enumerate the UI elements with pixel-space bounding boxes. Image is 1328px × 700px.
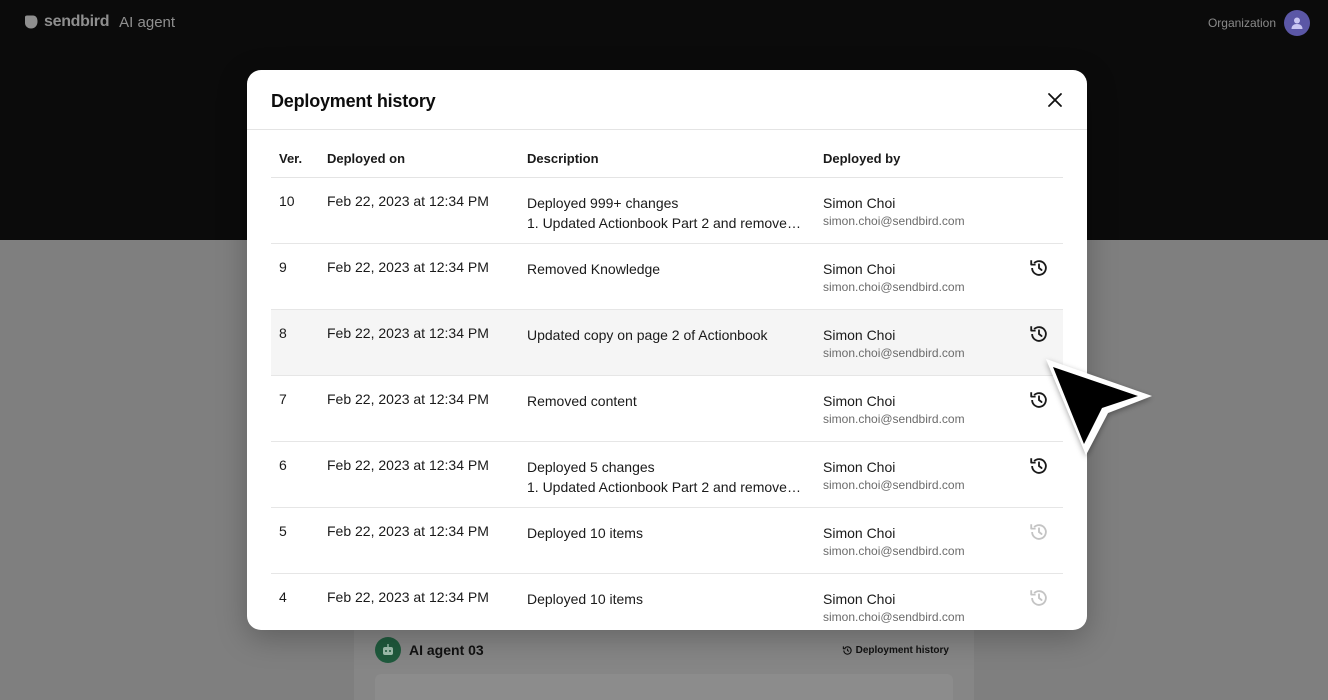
deployed-on-cell: Feb 22, 2023 at 12:34 PM [327, 325, 489, 341]
restore-version-icon [1028, 521, 1050, 543]
brand-product: AI agent [119, 13, 176, 31]
version-cell: 8 [279, 325, 287, 341]
description-title: Deployed 5 changes [527, 459, 655, 475]
table-row[interactable]: 4 Feb 22, 2023 at 12:34 PM Deployed 10 ite… [271, 574, 1063, 630]
agent-card-body [375, 674, 953, 700]
description-detail: 1. Updated Actionbook Part 2 and removed… [527, 215, 803, 231]
description-cell: Updated copy on page 2 of Actionbook [527, 325, 803, 345]
description-title: Removed Knowledge [527, 261, 661, 277]
history-icon [842, 645, 852, 655]
table-body: 10 Feb 22, 2023 at 12:34 PM Deployed 999+ … [271, 178, 1063, 630]
restore-version-icon[interactable] [1028, 323, 1050, 345]
deployer-email: simon.choi@sendbird.com [823, 412, 965, 426]
description-title: Deployed 10 items [527, 525, 643, 541]
deployment-history-modal: Deployment history Ver. Deployed on Desc… [247, 70, 1087, 630]
deployed-on-cell: Feb 22, 2023 at 12:34 PM [327, 523, 489, 539]
version-cell: 4 [279, 589, 287, 605]
avatar[interactable] [1284, 10, 1310, 36]
deployment-history-link-label: Deployment history [855, 644, 949, 656]
deployed-on-cell: Feb 22, 2023 at 12:34 PM [327, 457, 489, 473]
mouse-cursor-icon [1046, 359, 1152, 455]
deployed-by-cell: Simon Choi simon.choi@sendbird.com [823, 523, 965, 558]
modal-header: Deployment history [247, 70, 1087, 130]
table-header: Ver. Deployed on Description Deployed by [271, 130, 1063, 178]
version-cell: 9 [279, 259, 287, 275]
deployer-email: simon.choi@sendbird.com [823, 610, 965, 624]
deployer-name: Simon Choi [823, 393, 896, 409]
description-cell: Deployed 10 items [527, 589, 803, 609]
description-title: Removed content [527, 393, 637, 409]
deployed-by-cell: Simon Choi simon.choi@sendbird.com [823, 193, 965, 228]
deployer-name: Simon Choi [823, 459, 896, 475]
modal-title: Deployment history [271, 91, 436, 111]
deployed-by-cell: Simon Choi simon.choi@sendbird.com [823, 589, 965, 624]
organization-menu[interactable]: Organization [1208, 10, 1310, 36]
deployer-name: Simon Choi [823, 261, 896, 277]
deployer-email: simon.choi@sendbird.com [823, 280, 965, 294]
description-title: Deployed 10 items [527, 591, 643, 607]
restore-version-icon [1028, 587, 1050, 609]
deployed-on-cell: Feb 22, 2023 at 12:34 PM [327, 589, 489, 605]
restore-version-icon[interactable] [1028, 257, 1050, 279]
organization-label: Organization [1207, 16, 1276, 30]
description-cell: Deployed 999+ changes 1. Updated Actionbo… [527, 193, 803, 233]
table-row[interactable]: 7 Feb 22, 2023 at 12:34 PM Removed content… [271, 376, 1063, 442]
version-cell: 5 [279, 523, 287, 539]
deployed-on-cell: Feb 22, 2023 at 12:34 PM [327, 193, 489, 209]
agent-card-header: AI agent 03 Deployment history [375, 636, 955, 664]
description-cell: Deployed 5 changes 1. Updated Actionbook … [527, 457, 803, 497]
description-detail: 1. Updated Actionbook Part 2 and removed… [527, 479, 803, 495]
table-row[interactable]: 6 Feb 22, 2023 at 12:34 PM Deployed 5 chan… [271, 442, 1063, 508]
table-row[interactable]: 9 Feb 22, 2023 at 12:34 PM Removed Knowled… [271, 244, 1063, 310]
user-icon [1291, 17, 1303, 29]
deployer-email: simon.choi@sendbird.com [823, 544, 965, 558]
deployer-name: Simon Choi [823, 195, 896, 211]
sendbird-logo-icon [25, 15, 38, 29]
version-cell: 7 [279, 391, 287, 407]
deployed-by-cell: Simon Choi simon.choi@sendbird.com [823, 259, 965, 294]
description-cell: Removed Knowledge [527, 259, 803, 279]
deployer-email: simon.choi@sendbird.com [823, 346, 965, 360]
table-row[interactable]: 8 Feb 22, 2023 at 12:34 PM Updated copy on… [271, 310, 1063, 376]
brand-logo[interactable]: sendbird AI agent [24, 13, 175, 31]
column-header-description: Description [527, 151, 599, 166]
deployed-on-cell: Feb 22, 2023 at 12:34 PM [327, 259, 489, 275]
description-title: Updated copy on page 2 of Actionbook [527, 327, 768, 343]
deployed-on-cell: Feb 22, 2023 at 12:34 PM [327, 391, 489, 407]
table-row[interactable]: 5 Feb 22, 2023 at 12:34 PM Deployed 10 ite… [271, 508, 1063, 574]
deployed-by-cell: Simon Choi simon.choi@sendbird.com [823, 391, 965, 426]
version-cell: 10 [279, 193, 295, 209]
table-row[interactable]: 10 Feb 22, 2023 at 12:34 PM Deployed 999+ … [271, 178, 1063, 244]
deployment-history-link[interactable]: Deployment history [842, 645, 949, 656]
description-cell: Deployed 10 items [527, 523, 803, 543]
deployer-name: Simon Choi [823, 591, 896, 607]
description-cell: Removed content [527, 391, 803, 411]
robot-icon [375, 637, 401, 663]
deployment-table: Ver. Deployed on Description Deployed by… [271, 130, 1063, 630]
deployer-email: simon.choi@sendbird.com [823, 478, 965, 492]
deployed-by-cell: Simon Choi simon.choi@sendbird.com [823, 457, 965, 492]
version-cell: 6 [279, 457, 287, 473]
deployer-email: simon.choi@sendbird.com [823, 214, 965, 228]
agent-name: AI agent 03 [409, 642, 484, 658]
deployed-by-cell: Simon Choi simon.choi@sendbird.com [823, 325, 965, 360]
description-title: Deployed 999+ changes [527, 195, 679, 211]
brand-name: sendbird [44, 13, 110, 30]
close-icon[interactable] [1045, 90, 1065, 110]
column-header-deployed-by: Deployed by [823, 151, 901, 166]
deployer-name: Simon Choi [823, 327, 896, 343]
column-header-ver: Ver. [279, 151, 303, 166]
deployer-name: Simon Choi [823, 525, 896, 541]
column-header-deployed-on: Deployed on [327, 151, 406, 166]
